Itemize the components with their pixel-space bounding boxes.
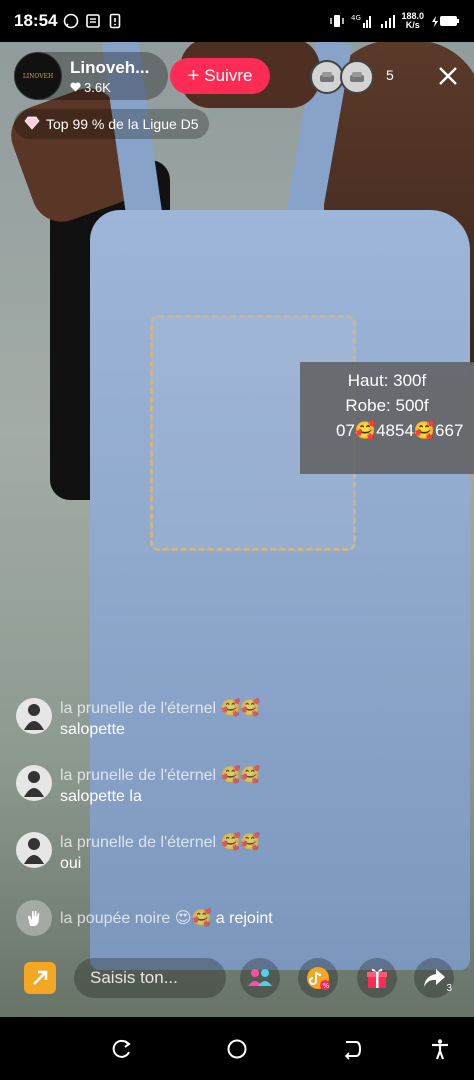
- host-likes-count: 3.6K: [84, 79, 111, 95]
- battery-icon: [430, 13, 460, 29]
- svg-text:%: %: [323, 982, 330, 990]
- wave-hand-icon: [16, 900, 52, 936]
- tiktok-shop-icon[interactable]: %: [298, 958, 338, 998]
- host-avatar[interactable]: LINOVEH: [14, 52, 62, 100]
- price-dress: Robe: 500f: [345, 396, 429, 415]
- network-speed: 188.0 K/s: [401, 11, 424, 30]
- accessibility-icon[interactable]: [426, 1035, 454, 1063]
- sim-alert-icon: [107, 13, 123, 29]
- price-overlay: Haut: 300f Robe: 500f 07🥰4854🥰667: [300, 362, 474, 474]
- follow-button[interactable]: + Suivre: [170, 58, 270, 94]
- comment-message: oui: [60, 855, 82, 872]
- join-notification: la poupée noire 😍🥰 a rejoint: [16, 900, 273, 936]
- signal-4g-icon: 4G: [351, 13, 373, 29]
- top-viewers[interactable]: [310, 60, 374, 94]
- signal-icon: [379, 13, 396, 29]
- plus-icon: +: [187, 65, 200, 87]
- comment-message: salopette la: [60, 788, 142, 805]
- host-avatar-logo: LINOVEH: [22, 72, 54, 80]
- join-user: la poupée noire 😍🥰: [60, 910, 212, 927]
- host-name: Linoveh...: [70, 57, 150, 77]
- follow-label: Suivre: [204, 66, 253, 85]
- gift-icon[interactable]: [357, 958, 397, 998]
- system-nav-bar: [0, 1017, 474, 1080]
- league-badge[interactable]: Top 99 % de la Ligue D5: [14, 109, 209, 139]
- trending-arrow-icon[interactable]: [24, 962, 56, 994]
- price-phone: 07🥰4854🥰667: [336, 421, 464, 440]
- vibrate-icon: [329, 13, 345, 29]
- close-icon[interactable]: [432, 60, 464, 92]
- comment-item[interactable]: la prunelle de l'éternel 🥰🥰 salopette: [16, 698, 260, 739]
- comment-user: la prunelle de l'éternel 🥰🥰: [60, 700, 261, 717]
- host-likes: 3.6K: [70, 80, 149, 95]
- league-label: Top 99 % de la Ligue D5: [46, 116, 199, 132]
- viewer-count[interactable]: 5: [386, 67, 394, 83]
- comment-item[interactable]: la prunelle de l'éternel 🥰🥰 salopette la: [16, 765, 260, 806]
- bottom-action-bar: % 3: [0, 958, 474, 1002]
- share-count: 3: [446, 983, 452, 994]
- multi-guest-icon[interactable]: [240, 958, 280, 998]
- status-time: 18:54: [14, 11, 58, 30]
- home-icon[interactable]: [223, 1035, 251, 1063]
- back-icon[interactable]: [338, 1035, 366, 1063]
- join-action: a rejoint: [211, 910, 273, 927]
- viewer-avatar[interactable]: [310, 60, 344, 94]
- recent-apps-icon[interactable]: [108, 1035, 136, 1063]
- commenter-avatar[interactable]: [16, 765, 52, 801]
- diamond-icon: [24, 116, 40, 133]
- share-icon[interactable]: 3: [414, 958, 454, 998]
- viewer-avatar[interactable]: [340, 60, 374, 94]
- whatsapp-icon: [63, 13, 79, 29]
- status-bar: 18:54 4G 188.0 K/s: [0, 0, 474, 42]
- svg-text:4G: 4G: [351, 14, 361, 22]
- heart-icon: [70, 80, 81, 95]
- comment-item[interactable]: la prunelle de l'éternel 🥰🥰 oui: [16, 832, 260, 873]
- price-top: Haut: 300f: [347, 371, 427, 390]
- comment-input[interactable]: [74, 958, 226, 998]
- commenter-avatar[interactable]: [16, 832, 52, 868]
- news-icon: [85, 13, 101, 29]
- comment-user: la prunelle de l'éternel 🥰🥰: [60, 834, 261, 851]
- comment-user: la prunelle de l'éternel 🥰🥰: [60, 767, 261, 784]
- comment-message: salopette: [60, 721, 125, 738]
- host-info[interactable]: LINOVEH Linoveh... 3.6K: [14, 52, 168, 100]
- commenter-avatar[interactable]: [16, 698, 52, 734]
